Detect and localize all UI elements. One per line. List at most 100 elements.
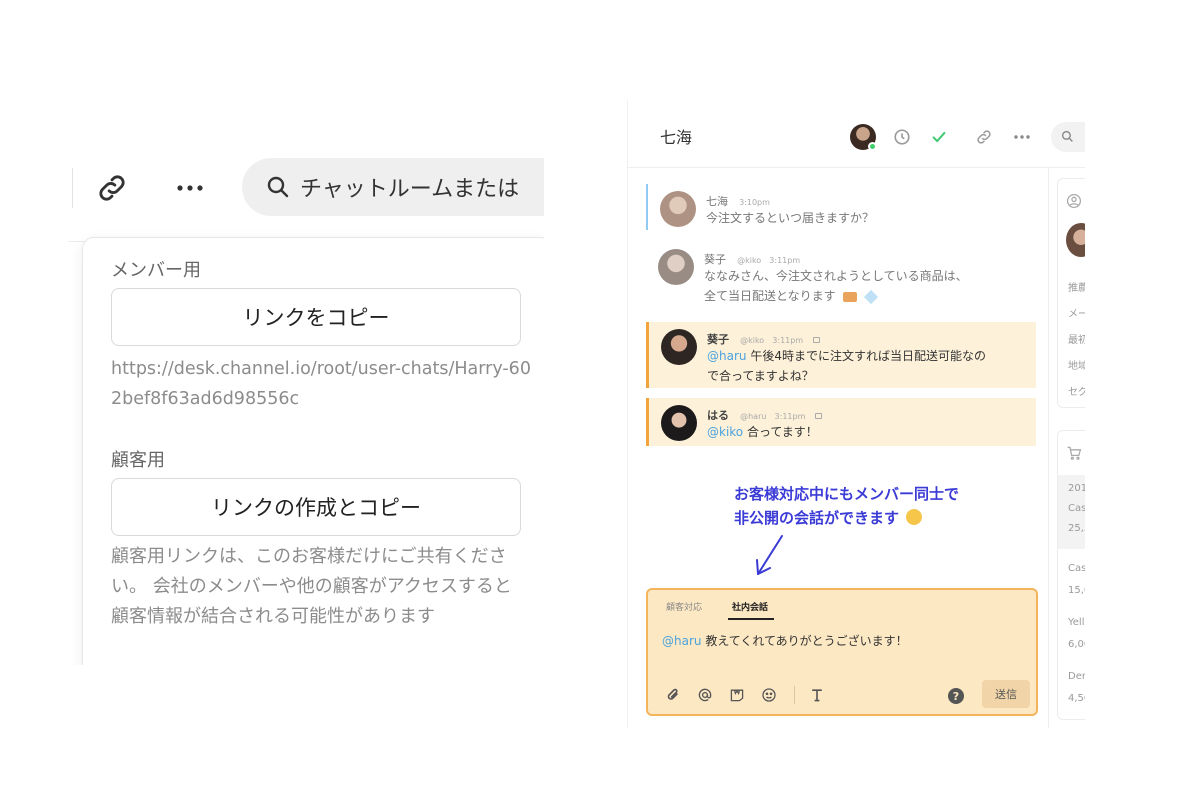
member-avatar [658,249,694,285]
clock-icon[interactable] [891,126,913,148]
send-button[interactable]: 送信 [982,680,1030,708]
message-text: 今注文するといつ届きますか？ [706,211,875,225]
search-placeholder: チャットルームまたは [300,177,520,202]
sender-handle: @kiko [737,256,762,265]
message-time: 3:11pm [774,412,806,421]
annotation-line: お客様対応中にもメンバー同士で [734,485,960,503]
mention-tag[interactable]: @haru [662,634,702,648]
sender-handle: @haru [740,412,767,421]
help-icon[interactable]: ? [948,688,964,704]
order-field: 4,50 [1068,693,1085,704]
member-avatar [661,329,697,365]
link-icon[interactable] [92,168,132,208]
emoji-icon[interactable] [760,686,778,704]
more-options-icon[interactable] [170,168,210,208]
member-avatar [661,405,697,441]
composer-text: 教えてくれてありがとうございます！ [705,634,908,648]
message-line: で合ってますよね？ [707,369,814,383]
message-text: @haru 午後4時までに注文すれば当日配送可能なの で合ってますよね？ [707,346,1037,386]
cart-icon [1067,446,1082,460]
feature-annotation: お客様対応中にもメンバー同士で 非公開の会話ができます [734,482,959,530]
chat-message: 七海 3:10pm 今注文するといつ届きますか？ [646,184,1036,230]
message-text: @kiko 合ってます！ [707,422,1037,442]
order-field: 15,0 [1068,585,1085,596]
create-and-copy-link-button[interactable]: リンクの作成とコピー [111,478,521,536]
message-time: 3:11pm [772,336,804,345]
toolbar-separator [794,686,795,704]
link-share-dropdown: メンバー用 リンクをコピー https://desk.channel.io/ro… [82,237,544,665]
customer-avatar [660,191,696,227]
order-field: Cas [1068,503,1085,514]
message-meta: はる @haru 3:11pm [707,404,823,423]
tab-internal-chat[interactable]: 社内会話 [732,600,768,613]
message-line: 合ってます！ [746,425,818,439]
check-icon[interactable] [928,126,950,148]
member-link-url: https://desk.channel.io/root/user-chats/… [111,359,531,409]
share-link-panel: チャットルームまたは メンバー用 リンクをコピー https://desk.ch… [68,150,544,665]
message-text: ななみさん、今注文されようとしている商品は、 全て当日配送となります [704,266,1034,306]
message-meta: 葵子 @kiko 3:11pm [704,248,800,267]
copy-link-button[interactable]: リンクをコピー [111,288,521,346]
profile-field-label: 推薦 [1068,283,1085,294]
message-line: 全て当日配送となります [704,289,836,303]
tab-customer-reply[interactable]: 顧客対応 [666,600,702,613]
chat-message: 葵子 @kiko 3:11pm ななみさん、今注文されようとしている商品は、 全… [646,242,1036,314]
profile-avatar [1066,223,1085,257]
truck-emoji-icon [843,291,858,302]
more-options-icon[interactable] [1011,126,1033,148]
annotation-line: 非公開の会話ができます [734,506,959,530]
gem-emoji-icon [864,289,879,304]
mention-tag[interactable]: @kiko [707,425,743,439]
toolbar-divider [72,168,73,208]
sender-name: 七海 [706,195,728,208]
order-field: Cas [1068,563,1085,574]
message-meta: 葵子 @kiko 3:11pm [707,328,821,347]
composer-input[interactable]: @haru 教えてくれてありがとうございます！ [662,632,908,649]
assignee-avatar[interactable] [850,124,877,151]
message-line: ななみさん、今注文されようとしている商品は、 [704,269,968,283]
internal-chat-message: 葵子 @kiko 3:11pm @haru 午後4時までに注文すれば当日配送可能… [646,322,1036,388]
profile-field-label: セグ [1068,387,1085,398]
order-field: Yell [1068,617,1085,628]
search-icon [1061,130,1073,142]
mention-tag[interactable]: @haru [707,349,747,363]
sender-name: はる [707,409,729,422]
header-search-bar[interactable] [1051,122,1085,152]
mention-icon[interactable] [696,686,714,704]
order-field: Der [1068,671,1085,682]
customer-profile-sidebar: 推薦 メー 最初 地域 セグ 201 Cas 25,5 Cas 15,0 Yel… [1048,168,1085,728]
sender-name: 葵子 [704,253,726,266]
active-tab-indicator [728,618,774,620]
text-format-icon[interactable] [808,686,826,704]
attachment-icon[interactable] [664,686,682,704]
profile-field-label: 地域 [1068,361,1085,372]
profile-field-label: 最初 [1068,335,1085,346]
annotation-line-text: 非公開の会話ができます [734,509,900,527]
customer-link-note: 顧客用リンクは、このお客様だけにご共有ください。 会社のメンバーや他の顧客がアク… [111,546,512,627]
order-field: 6,00 [1068,639,1085,650]
chat-search-bar[interactable]: チャットルームまたは [242,158,544,216]
chat-window: 七海 推薦 メー 最初 地域 セグ [627,100,1085,728]
user-icon [1066,193,1082,209]
template-icon[interactable] [728,686,746,704]
message-composer[interactable]: 顧客対応 社内会話 @haru 教えてくれてありがとうございます！ ? 送信 [646,588,1038,716]
search-icon [267,176,289,198]
internal-chat-message: はる @haru 3:11pm @kiko 合ってます！ [646,398,1036,446]
message-time: 3:10pm [739,198,770,207]
profile-field-label: メー [1068,309,1085,320]
annotation-arrow-icon [756,535,783,575]
online-status-dot [868,142,877,151]
sender-handle: @kiko [740,336,765,345]
lock-icon [815,413,823,419]
message-time: 3:11pm [769,256,801,265]
profile-card: 推薦 メー 最初 地域 セグ [1057,178,1085,408]
message-line: 午後4時までに注文すれば当日配送可能なの [750,349,986,363]
link-icon[interactable] [973,126,995,148]
smile-emoji-icon [906,509,923,525]
chat-title: 七海 [660,128,693,147]
orders-card: 201 Cas 25,5 Cas 15,0 Yell 6,00 Der 4,50 [1057,430,1085,720]
order-field: 25,5 [1068,523,1085,534]
member-section-title: メンバー用 [111,260,201,281]
customer-section-title: 顧客用 [111,450,165,471]
order-field: 201 [1068,483,1085,494]
